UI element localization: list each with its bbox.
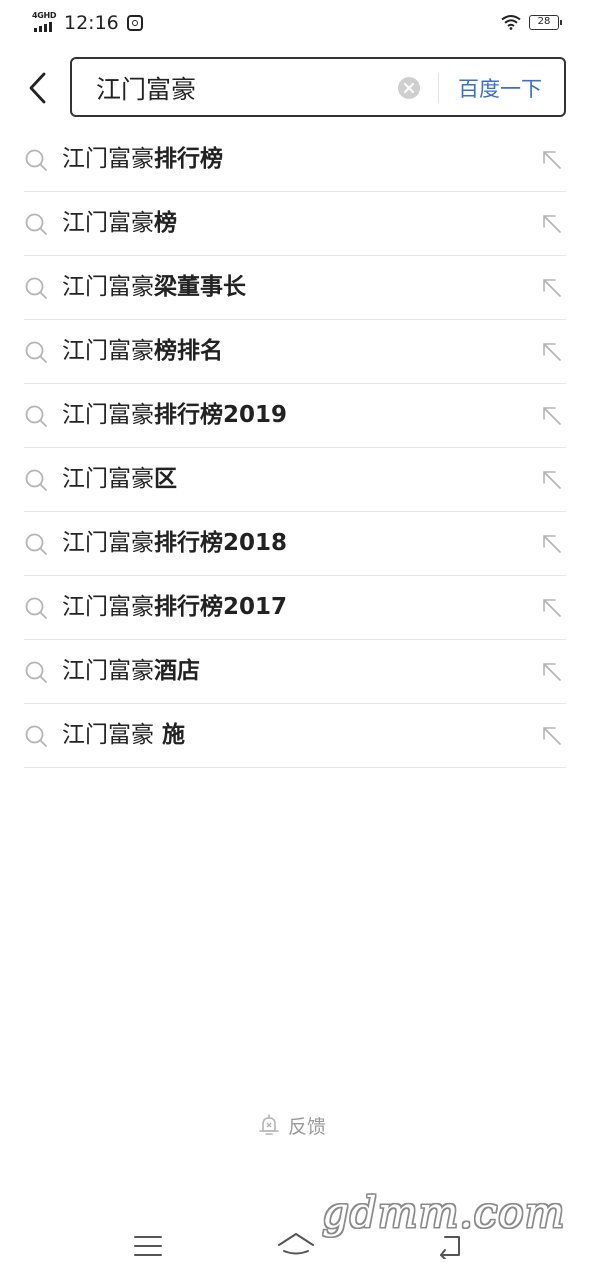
suggestion-text: 江门富豪梁董事长 [62, 270, 246, 304]
suggestion-completion: 梁董事长 [154, 274, 246, 300]
search-divider [438, 73, 439, 103]
suggestion-item[interactable]: 江门富豪 施 [24, 704, 566, 768]
suggestion-list: 江门富豪排行榜 江门富豪榜 江门富豪梁董事长 江门富豪榜排名 江门富豪排行榜20… [24, 128, 566, 768]
search-icon [25, 597, 47, 619]
suggestion-text: 江门富豪排行榜 [62, 142, 223, 176]
suggestion-query-part: 江门富豪 [62, 594, 154, 620]
suggestion-completion: 区 [154, 466, 177, 492]
suggestion-text: 江门富豪酒店 [62, 654, 200, 688]
search-icon [25, 277, 47, 299]
chevron-left-icon [29, 72, 46, 104]
search-icon [25, 469, 47, 491]
status-right: 28 [501, 14, 562, 30]
search-icon [25, 405, 47, 427]
arrow-up-left-icon[interactable] [540, 596, 564, 620]
close-icon [404, 83, 414, 93]
search-icon [25, 341, 47, 363]
suggestion-text: 江门富豪榜排名 [62, 334, 223, 368]
arrow-up-left-icon[interactable] [540, 724, 564, 748]
search-icon [25, 533, 47, 555]
suggestion-text: 江门富豪排行榜2018 [62, 526, 287, 560]
clock: 12:16 [64, 12, 119, 34]
home-button[interactable] [272, 1226, 320, 1266]
arrow-up-left-icon[interactable] [540, 404, 564, 428]
wifi-icon [501, 15, 521, 30]
search-icon [25, 661, 47, 683]
arrow-up-left-icon[interactable] [540, 276, 564, 300]
watermark: gdmm.com [322, 1188, 566, 1237]
suggestion-query-part: 江门富豪 [62, 530, 154, 556]
status-left: 4GHD 12:16 [32, 12, 143, 34]
search-submit-button[interactable]: 百度一下 [458, 73, 542, 105]
arrow-up-left-icon[interactable] [540, 340, 564, 364]
suggestion-completion: 排行榜2019 [154, 402, 288, 428]
suggestion-query-part: 江门富豪 [62, 338, 154, 364]
arrow-up-left-icon[interactable] [540, 212, 564, 236]
feedback-bell-icon [259, 1114, 279, 1135]
suggestion-text: 江门富豪榜 [62, 206, 177, 240]
suggestion-item[interactable]: 江门富豪梁董事长 [24, 256, 566, 320]
suggestion-item[interactable]: 江门富豪排行榜 [24, 128, 566, 192]
suggestion-completion: 排行榜 [154, 146, 223, 172]
suggestion-query-part: 江门富豪 [62, 210, 154, 236]
suggestion-item[interactable]: 江门富豪榜 [24, 192, 566, 256]
suggestion-completion: 榜排名 [154, 338, 223, 364]
notification-app-icon [126, 15, 143, 31]
suggestion-completion: 排行榜2017 [154, 594, 288, 620]
suggestion-query-part: 江门富豪 [62, 658, 154, 684]
suggestion-query-part: 江门富豪 [62, 722, 154, 748]
suggestion-query-part: 江门富豪 [62, 274, 154, 300]
suggestion-text: 江门富豪排行榜2017 [62, 590, 287, 624]
suggestion-item[interactable]: 江门富豪排行榜2018 [24, 512, 566, 576]
suggestion-item[interactable]: 江门富豪榜排名 [24, 320, 566, 384]
search-box: 百度一下 [70, 57, 566, 117]
menu-button[interactable] [124, 1226, 172, 1266]
search-input[interactable] [96, 69, 386, 107]
suggestion-text: 江门富豪区 [62, 462, 177, 496]
feedback-button[interactable]: 反馈 [258, 1110, 326, 1140]
network-type: 4GHD [32, 11, 57, 20]
search-icon [25, 149, 47, 171]
suggestion-completion: 施 [154, 722, 186, 748]
arrow-up-left-icon[interactable] [540, 468, 564, 492]
search-icon [25, 725, 47, 747]
battery-icon: 28 [529, 14, 562, 30]
status-bar: 4GHD 12:16 28 [0, 0, 591, 46]
search-icon [25, 213, 47, 235]
clear-button[interactable] [398, 77, 420, 99]
suggestion-text: 江门富豪排行榜2019 [62, 398, 287, 432]
suggestion-query-part: 江门富豪 [62, 466, 154, 492]
suggestion-query-part: 江门富豪 [62, 402, 154, 428]
suggestion-item[interactable]: 江门富豪酒店 [24, 640, 566, 704]
suggestion-query-part: 江门富豪 [62, 146, 154, 172]
arrow-up-left-icon[interactable] [540, 660, 564, 684]
home-icon [278, 1233, 314, 1255]
back-button[interactable] [18, 66, 58, 110]
suggestion-completion: 榜 [154, 210, 177, 236]
suggestion-text: 江门富豪 施 [62, 718, 185, 752]
suggestion-item[interactable]: 江门富豪区 [24, 448, 566, 512]
feedback-label: 反馈 [288, 1115, 327, 1138]
suggestion-completion: 酒店 [154, 658, 200, 684]
suggestion-item[interactable]: 江门富豪排行榜2019 [24, 384, 566, 448]
suggestion-item[interactable]: 江门富豪排行榜2017 [24, 576, 566, 640]
arrow-up-left-icon[interactable] [540, 148, 564, 172]
signal-icon: 4GHD [32, 11, 57, 34]
menu-icon [134, 1236, 162, 1256]
arrow-up-left-icon[interactable] [540, 532, 564, 556]
suggestion-completion: 排行榜2018 [154, 530, 288, 556]
